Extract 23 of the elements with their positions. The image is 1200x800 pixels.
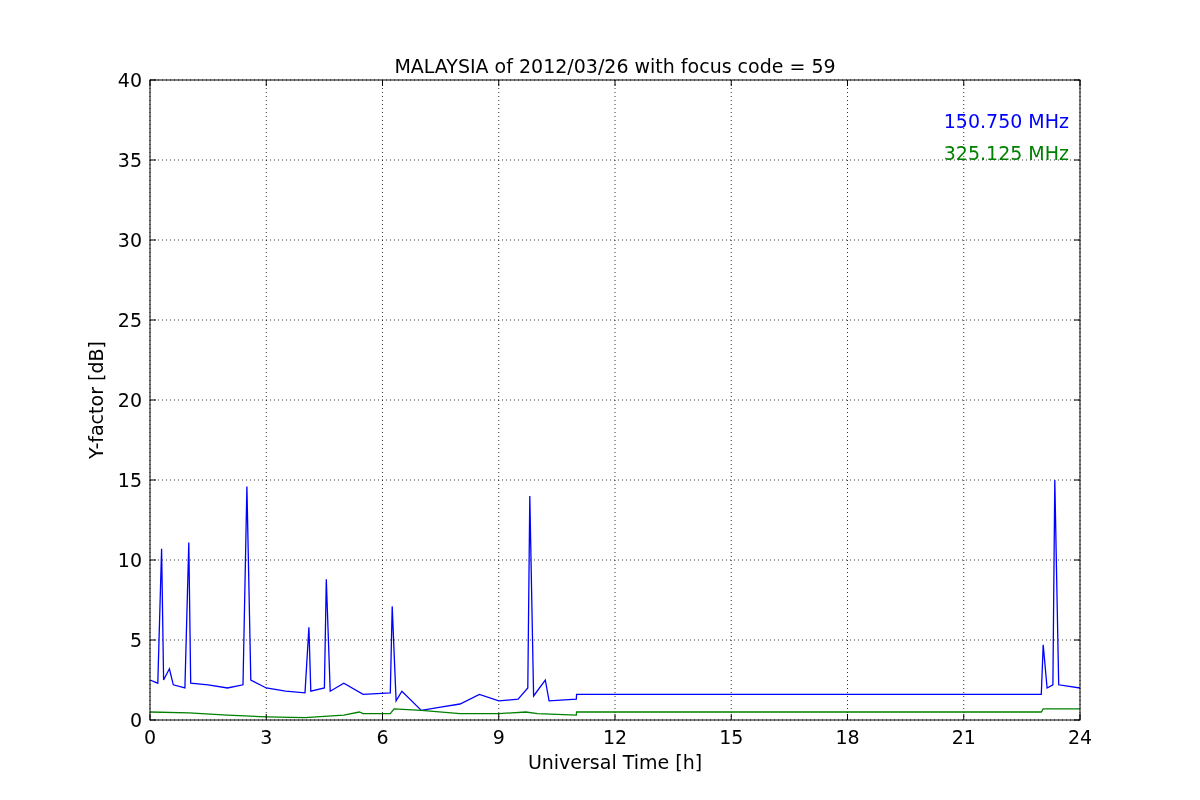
y-tick-label: 30 bbox=[117, 229, 142, 251]
x-tick-label: 12 bbox=[602, 726, 628, 748]
x-tick-label: 0 bbox=[143, 726, 157, 748]
y-axis-label: Y-factor [dB] bbox=[85, 341, 107, 459]
x-axis-label: Universal Time [h] bbox=[527, 751, 703, 773]
x-tick-label: 9 bbox=[492, 726, 505, 748]
y-tick-label: 10 bbox=[117, 549, 142, 571]
x-tick-label: 15 bbox=[719, 726, 744, 748]
y-tick-label: 0 bbox=[129, 709, 142, 731]
y-tick-label: 25 bbox=[117, 309, 142, 331]
y-tick-label: 35 bbox=[117, 149, 142, 171]
x-tick-label: 3 bbox=[260, 726, 273, 748]
y-tick-label: 20 bbox=[117, 389, 142, 411]
y-tick-label: 15 bbox=[117, 469, 142, 491]
y-tick-label: 40 bbox=[117, 69, 142, 91]
x-tick-label: 24 bbox=[1067, 726, 1093, 748]
y-tick-label: 5 bbox=[129, 629, 142, 651]
x-tick-label: 21 bbox=[951, 726, 976, 748]
legend-label: 325.125 MHz bbox=[943, 142, 1069, 164]
x-tick-label: 6 bbox=[376, 726, 389, 748]
chart-title: MALAYSIA of 2012/03/26 with focus code = 59 bbox=[394, 55, 836, 77]
legend-label: 150.750 MHz bbox=[943, 110, 1069, 132]
x-tick-label: 18 bbox=[835, 726, 860, 748]
